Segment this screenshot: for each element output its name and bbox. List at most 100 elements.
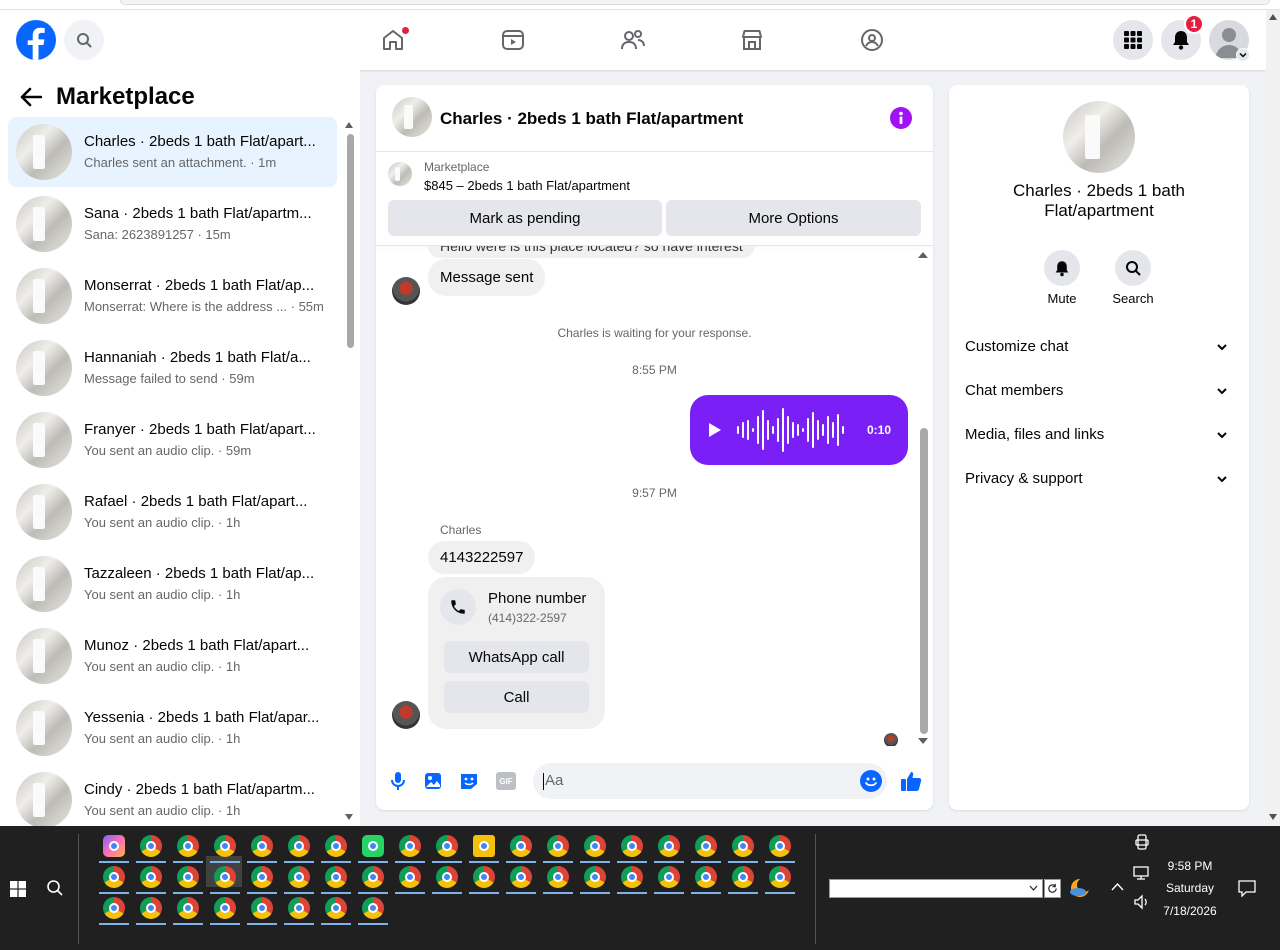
taskbar-app-icon[interactable] (140, 866, 162, 888)
taskbar-app-icon[interactable] (399, 835, 421, 857)
taskbar-app-icon[interactable] (510, 866, 532, 888)
taskbar-search-icon[interactable] (46, 879, 64, 897)
microphone-icon[interactable] (389, 771, 407, 791)
taskbar-app-icon[interactable] (103, 866, 125, 888)
taskbar-app-icon[interactable] (177, 897, 199, 919)
conversation-item[interactable]: Monserrat · 2beds 1 bath Flat/ap... Monse… (8, 261, 337, 331)
conversation-item[interactable]: Cindy · 2beds 1 bath Flat/apartm... You s… (8, 765, 337, 835)
weather-moon-icon[interactable] (1068, 876, 1092, 900)
sticker-icon[interactable] (459, 772, 479, 790)
taskbar-app-icon[interactable] (362, 866, 384, 888)
taskbar-app-icon[interactable] (547, 835, 569, 857)
details-section-row[interactable]: Chat members (965, 382, 1233, 406)
taskbar-app-icon[interactable] (325, 897, 347, 919)
chat-scrollbar-thumb[interactable] (920, 428, 928, 734)
back-arrow-icon[interactable] (20, 87, 42, 107)
contact-avatar-bottom[interactable] (392, 701, 420, 729)
chevron-up-icon[interactable] (1111, 883, 1124, 891)
conversation-item[interactable]: Sana · 2beds 1 bath Flat/apartm... Sana: … (8, 189, 337, 259)
taskbar-app-icon[interactable] (695, 835, 717, 857)
taskbar-app-icon[interactable] (436, 866, 458, 888)
play-icon[interactable] (708, 422, 722, 438)
windows-start-icon[interactable] (10, 881, 26, 897)
taskbar-app-icon[interactable] (510, 835, 532, 857)
mute-button[interactable] (1044, 250, 1080, 286)
chevron-down-icon[interactable] (1236, 48, 1250, 62)
taskbar-app-icon[interactable] (732, 866, 754, 888)
details-section-row[interactable]: Customize chat (965, 338, 1233, 362)
taskbar-app-icon[interactable] (473, 835, 495, 857)
conversation-item[interactable]: Hannaniah · 2beds 1 bath Flat/a... Messag… (8, 333, 337, 403)
taskbar-app-icon[interactable] (769, 866, 791, 888)
listing-thumbnail[interactable] (388, 162, 412, 186)
taskbar-app-icon[interactable] (436, 835, 458, 857)
marketplace-nav-button[interactable] (734, 22, 770, 58)
taskbar-app-icon[interactable] (584, 866, 606, 888)
conversation-item[interactable]: Tazzaleen · 2beds 1 bath Flat/ap... You s… (8, 549, 337, 619)
thumbs-up-icon[interactable] (900, 770, 922, 792)
search-button[interactable] (64, 20, 104, 60)
refresh-button[interactable] (1044, 879, 1061, 898)
photo-icon[interactable] (424, 772, 442, 790)
friends-nav-button[interactable] (615, 22, 651, 58)
notifications-button[interactable]: 1 (1161, 14, 1204, 60)
window-scrollbar[interactable] (1266, 10, 1280, 826)
conversation-item[interactable]: Yessenia · 2beds 1 bath Flat/apar... You … (8, 693, 337, 763)
taskbar-app-icon[interactable] (621, 835, 643, 857)
taskbar-app-icon[interactable] (288, 866, 310, 888)
list-scrollbar-thumb[interactable] (347, 134, 354, 348)
home-nav-button[interactable] (375, 22, 411, 58)
taskbar-app-icon[interactable] (214, 866, 236, 888)
emoji-button[interactable] (860, 770, 882, 792)
groups-nav-button[interactable] (854, 22, 890, 58)
taskbar-app-icon[interactable] (214, 897, 236, 919)
conversation-item[interactable]: Franyer · 2beds 1 bath Flat/apart... You … (8, 405, 337, 475)
taskbar-app-icon[interactable] (695, 866, 717, 888)
details-section-row[interactable]: Privacy & support (965, 470, 1233, 494)
taskbar-app-icon[interactable] (288, 835, 310, 857)
clock-time[interactable]: 9:58 PM (1145, 859, 1235, 873)
video-nav-button[interactable] (495, 22, 531, 58)
notification-center-icon[interactable] (1238, 880, 1256, 897)
taskbar-app-icon[interactable] (621, 866, 643, 888)
gif-icon[interactable]: GIF (496, 772, 516, 790)
conversation-item[interactable]: Munoz · 2beds 1 bath Flat/apart... You se… (8, 621, 337, 691)
taskbar-app-icon[interactable] (140, 897, 162, 919)
contact-avatar[interactable] (392, 277, 420, 305)
list-scrollbar[interactable] (344, 122, 354, 822)
taskbar-app-icon[interactable] (177, 835, 199, 857)
taskbar-app-icon[interactable] (547, 866, 569, 888)
conversation-item[interactable]: Charles · 2beds 1 bath Flat/apart... Char… (8, 117, 337, 187)
details-section-row[interactable]: Media, files and links (965, 426, 1233, 450)
clock-day[interactable]: Saturday (1145, 881, 1235, 895)
taskbar-app-icon[interactable] (769, 835, 791, 857)
taskbar-app-icon[interactable] (251, 866, 273, 888)
taskbar-app-icon[interactable] (584, 835, 606, 857)
search-in-chat-button[interactable] (1115, 250, 1151, 286)
facebook-logo-icon[interactable] (16, 20, 56, 60)
chat-header-title[interactable]: Charles · 2beds 1 bath Flat/apartment (440, 109, 743, 129)
audio-message-bubble[interactable]: 0:10 (690, 395, 908, 465)
tray-device-icon[interactable] (1135, 834, 1149, 850)
taskbar-app-icon[interactable] (399, 866, 421, 888)
taskbar-app-icon[interactable] (140, 835, 162, 857)
listing-text[interactable]: $845 – 2beds 1 bath Flat/apartment (424, 178, 630, 193)
taskbar-app-icon[interactable] (214, 835, 236, 857)
taskbar-app-icon[interactable] (325, 835, 347, 857)
taskbar-app-icon[interactable] (103, 897, 125, 919)
message-input[interactable]: Aa (533, 763, 887, 799)
taskbar-app-icon[interactable] (362, 897, 384, 919)
mark-as-pending-button[interactable]: Mark as pending (388, 200, 662, 236)
more-options-button[interactable]: More Options (666, 200, 921, 236)
taskbar-app-icon[interactable] (658, 866, 680, 888)
taskbar-app-icon[interactable] (325, 866, 347, 888)
conversation-item[interactable]: Rafael · 2beds 1 bath Flat/apart... You s… (8, 477, 337, 547)
taskbar-app-icon[interactable] (473, 866, 495, 888)
chat-header-avatar[interactable] (392, 97, 432, 137)
taskbar-app-icon[interactable] (103, 835, 125, 857)
menu-button[interactable] (1113, 20, 1153, 60)
taskbar-app-icon[interactable] (362, 835, 384, 857)
taskbar-app-icon[interactable] (177, 866, 199, 888)
clock-date[interactable]: 7/18/2026 (1145, 904, 1235, 918)
details-avatar[interactable] (1063, 101, 1135, 173)
